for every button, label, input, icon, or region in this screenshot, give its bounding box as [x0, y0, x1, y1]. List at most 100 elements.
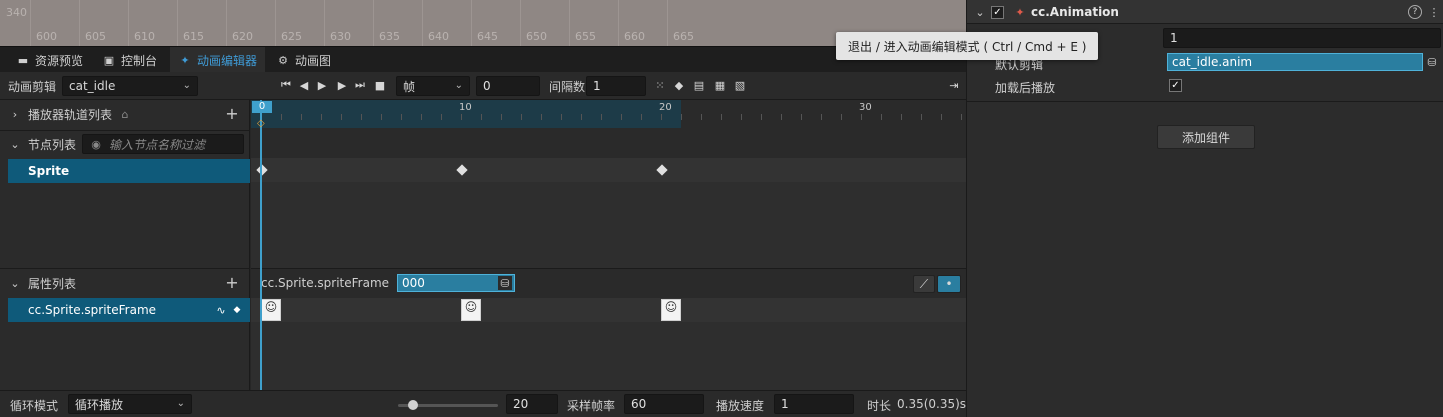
frame-input-value: 0 — [483, 79, 491, 93]
loop-select[interactable]: 循环播放 ⌄ — [68, 394, 192, 414]
sprite-thumbnail[interactable]: ☺ — [461, 299, 481, 321]
tab-animation-graph[interactable]: ⚙ 动画图 — [268, 47, 339, 73]
paste-icon[interactable]: ▧ — [732, 77, 748, 93]
frame-label: 30 — [859, 102, 872, 113]
frame-tick — [821, 114, 822, 120]
frame-tick — [901, 114, 902, 120]
tab-animation-editor[interactable]: ✦ 动画编辑器 — [170, 47, 266, 73]
next-frame-icon[interactable]: ▶︎ — [334, 77, 350, 93]
component-header: ⌄ ✓ ✦ cc.Animation ? ⋮ — [967, 0, 1443, 24]
eye-icon[interactable]: ◉ — [89, 137, 103, 151]
frame-tick — [341, 114, 342, 120]
spacing-input[interactable]: 1 — [586, 76, 646, 96]
add-component-button[interactable]: 添加组件 — [1157, 125, 1255, 149]
play-icon[interactable]: ▶ — [314, 77, 330, 93]
clips-count-input[interactable]: 1 — [1163, 28, 1441, 48]
chevron-down-icon[interactable]: ⌄ — [973, 5, 987, 19]
add-property-icon[interactable]: + — [225, 275, 239, 291]
frame-tick — [501, 114, 502, 120]
event-marker-icon[interactable]: ◇ — [257, 118, 265, 129]
frame-tick — [881, 114, 882, 120]
ruler-label: 625 — [281, 30, 302, 43]
timeline-ruler[interactable]: 10 20 30 — [251, 100, 966, 128]
add-component-label: 添加组件 — [1181, 130, 1230, 145]
frame-tick — [661, 114, 662, 120]
stop-icon[interactable]: ■ — [372, 77, 388, 93]
frame-tick — [961, 114, 962, 120]
ruler-gridline — [275, 0, 276, 46]
zoom-input[interactable]: 20 — [506, 394, 558, 414]
unit-select[interactable]: 帧 ⌄ — [396, 76, 470, 96]
spriteframe-track-row[interactable]: ☺ ☺ ☺ — [251, 298, 966, 322]
component-title: cc.Animation — [1031, 5, 1119, 19]
ruler-gridline — [520, 0, 521, 46]
asset-picker-icon[interactable]: ⛁ — [498, 276, 512, 290]
prop-item-spriteframe[interactable]: cc.Sprite.spriteFrame ∿ ◆ — [8, 298, 250, 322]
node-item-sprite[interactable]: Sprite — [8, 159, 250, 183]
tab-console[interactable]: ▣ 控制台 — [94, 47, 165, 73]
chevron-down-icon: ⌄ — [10, 276, 20, 290]
sample-input[interactable]: 60 — [624, 394, 704, 414]
filter-icon[interactable]: ⌂ — [118, 107, 132, 121]
sample-value: 60 — [631, 397, 647, 411]
frame-tick — [921, 114, 922, 120]
add-keyframe-icon[interactable]: ◆ — [671, 77, 687, 93]
grid-dots-icon[interactable]: ⁙ — [652, 77, 668, 93]
exit-edit-mode-icon[interactable]: ⇥ — [946, 77, 962, 93]
toggle-track-icon[interactable]: • — [937, 275, 961, 293]
frame-tick — [861, 114, 862, 120]
zoom-slider[interactable] — [398, 400, 498, 410]
frame-tick — [281, 114, 282, 120]
ruler-label: 620 — [232, 30, 253, 43]
help-icon[interactable]: ? — [1408, 5, 1422, 19]
curve-icon[interactable]: ∿ — [214, 303, 228, 317]
zoom-value: 20 — [513, 397, 529, 411]
playhead[interactable] — [260, 100, 262, 390]
sprite-thumbnail[interactable]: ☺ — [261, 299, 281, 321]
frame-tick — [601, 114, 602, 120]
frame-tick — [941, 114, 942, 120]
sprite-track-row[interactable] — [251, 158, 966, 182]
keyframe[interactable] — [456, 164, 468, 176]
chevron-down-icon: ⌄ — [182, 80, 191, 91]
frame-tick — [301, 114, 302, 120]
tab-asset-preview[interactable]: ▬ 资源预览 — [8, 47, 91, 73]
frame-tick — [561, 114, 562, 120]
default-clip-value: cat_idle.anim — [1172, 55, 1253, 69]
save-icon[interactable]: ▤ — [691, 77, 707, 93]
prev-frame-icon[interactable]: ◀︎ — [296, 77, 312, 93]
panel-tabs: ▬ 资源预览 ▣ 控制台 ✦ 动画编辑器 ⚙ 动画图 — [0, 46, 966, 73]
animation-toolbar: 动画剪辑 cat_idle ⌄ 帧 ⌄ 0 间隔数 1 — [0, 72, 966, 100]
keyframe-diamond-icon[interactable]: ◆ — [230, 303, 244, 317]
prop-list-header[interactable]: ⌄ 属性列表 + — [8, 271, 249, 295]
zoom-slider-handle[interactable] — [408, 400, 418, 410]
prop-value-input[interactable]: 000 ⛁ — [397, 274, 515, 292]
frame-input[interactable]: 0 — [476, 76, 540, 96]
frame-tick — [741, 114, 742, 120]
jump-last-icon[interactable]: ⏭ — [352, 77, 368, 93]
keyframe[interactable] — [256, 164, 268, 176]
keyframe[interactable] — [656, 164, 668, 176]
component-enabled-checkbox[interactable]: ✓ — [991, 6, 1004, 19]
ruler-label: 610 — [134, 30, 155, 43]
prop-name-label: cc.Sprite.spriteFrame — [261, 276, 390, 290]
copy-icon[interactable]: ▦ — [712, 77, 728, 93]
frame-tick — [721, 114, 722, 120]
add-track-icon[interactable]: + — [225, 106, 239, 122]
sprite-thumbnail[interactable]: ☺ — [661, 299, 681, 321]
jump-first-icon[interactable]: ⏮ — [278, 77, 294, 93]
clip-select[interactable]: cat_idle ⌄ — [62, 76, 198, 96]
terminal-icon: ▣ — [103, 53, 115, 67]
default-clip-input[interactable]: cat_idle.anim — [1167, 53, 1423, 71]
loop-select-value: 循环播放 — [75, 397, 124, 412]
asset-picker-icon[interactable]: ⛁ — [1425, 55, 1439, 69]
more-icon[interactable]: ⋮ — [1427, 5, 1441, 19]
speed-input[interactable]: 1 — [774, 394, 854, 414]
curve-editor-icon[interactable]: ⟋ — [913, 275, 935, 293]
player-tracks-header[interactable]: › 播放器轨道列表 ⌂ + — [8, 102, 249, 126]
speed-value: 1 — [781, 397, 789, 411]
node-filter-input[interactable]: ◉ 输入节点名称过滤 — [82, 134, 244, 154]
frame-tick — [441, 114, 442, 120]
play-on-load-checkbox[interactable]: ✓ — [1169, 79, 1182, 92]
playhead-label[interactable]: 0 — [252, 101, 272, 113]
